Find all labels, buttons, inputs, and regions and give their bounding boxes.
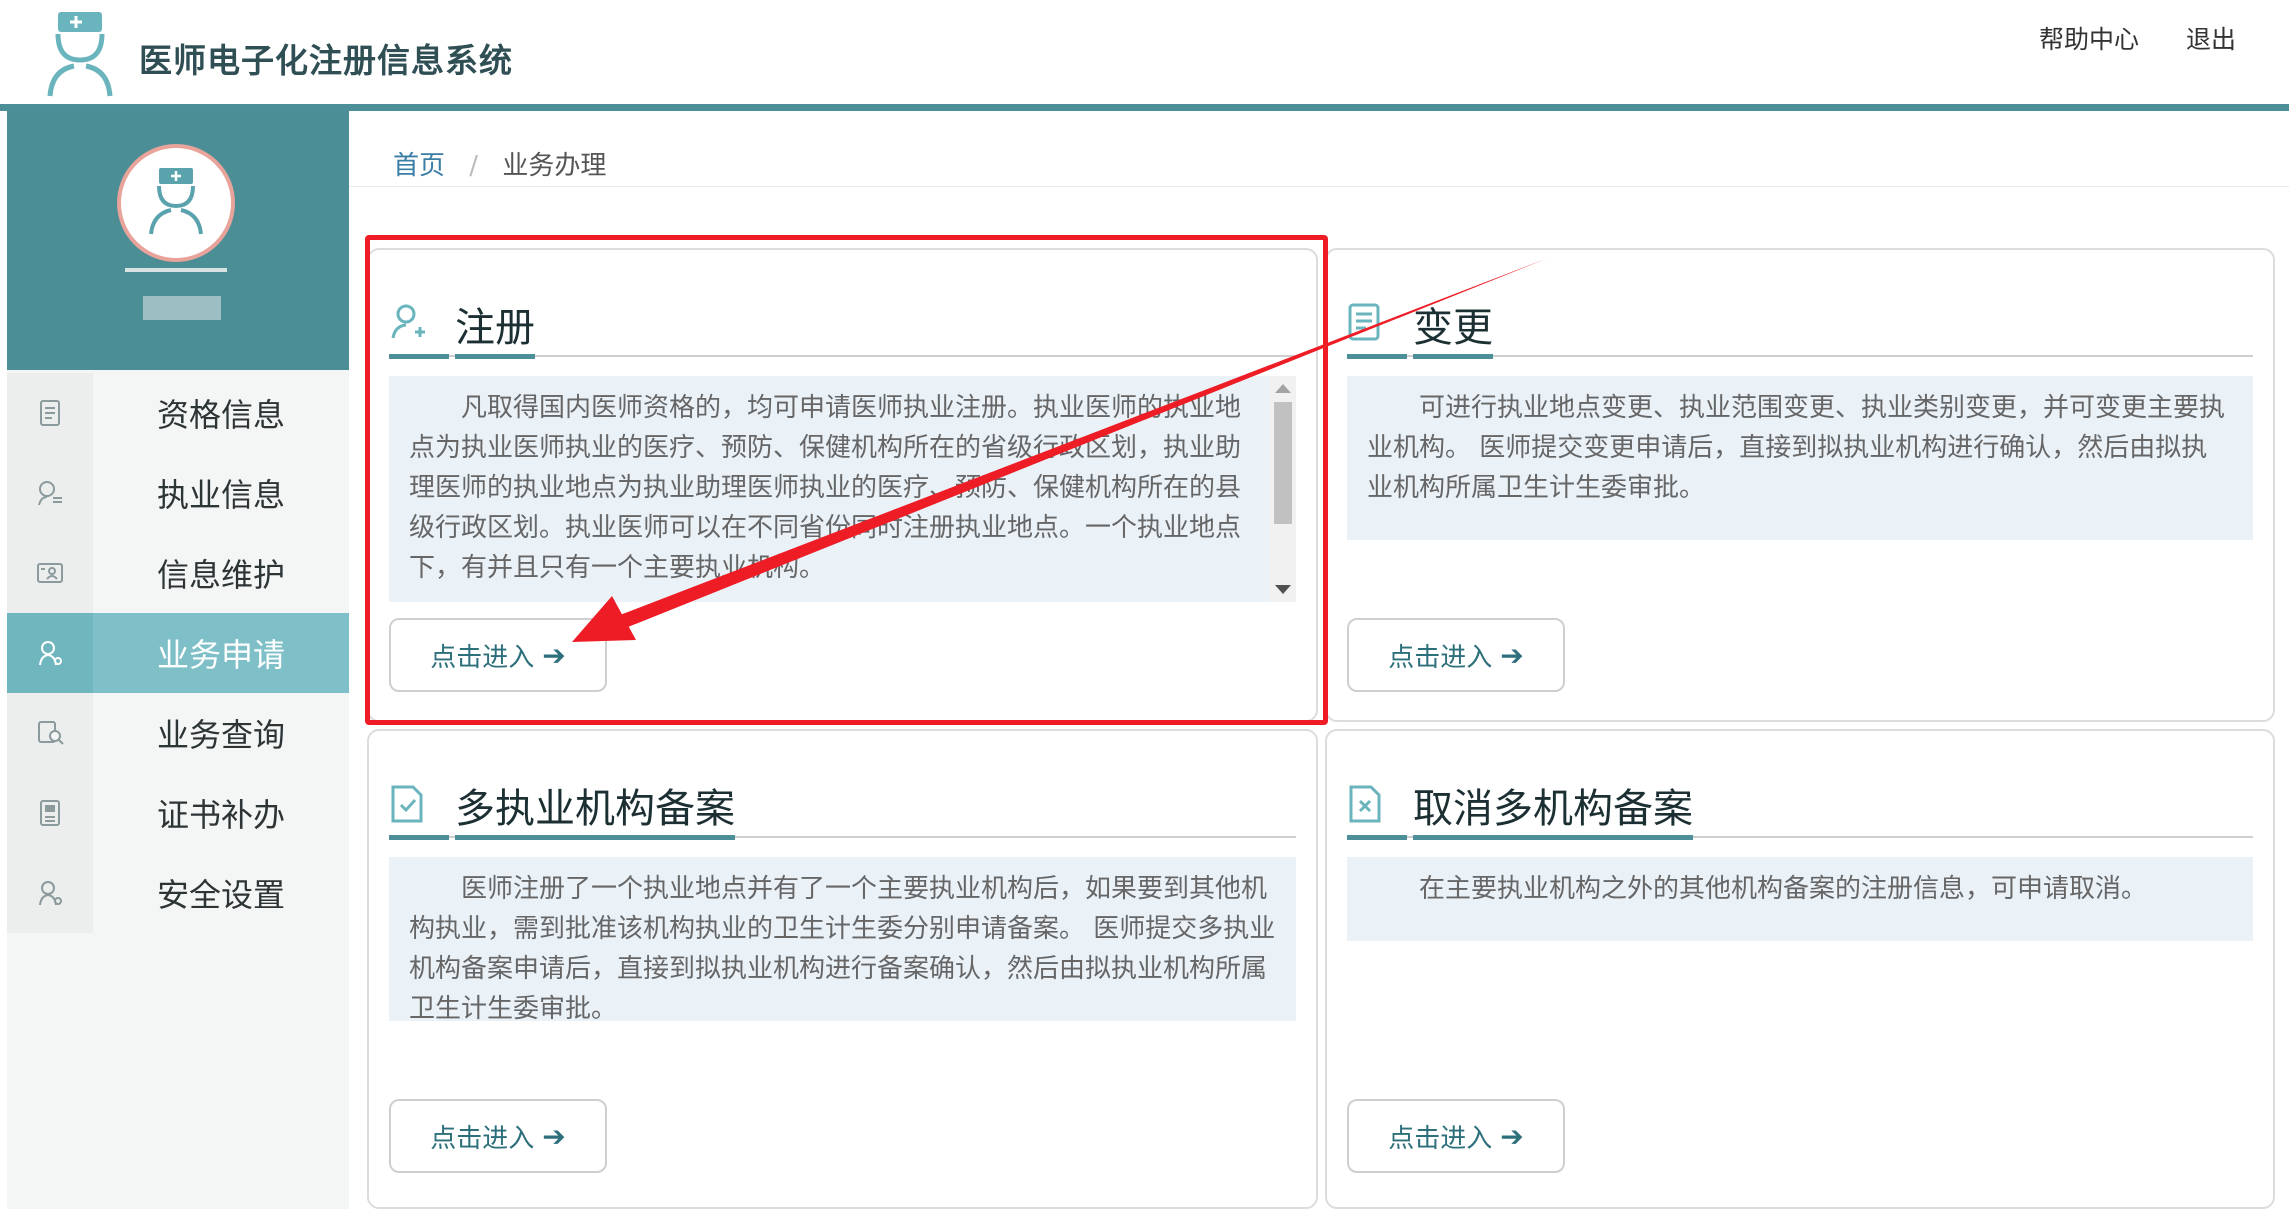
breadcrumb-divider <box>349 186 2289 187</box>
sidebar-item-label: 执业信息 <box>157 476 286 514</box>
user-apply-icon <box>39 641 62 666</box>
sidebar-item-label: 证书补办 <box>157 796 286 834</box>
enter-button-label: 点击进入 <box>430 642 535 673</box>
user-profile-panel <box>7 111 349 370</box>
document-icon <box>40 400 60 426</box>
card-description-text: 凡取得国内医师资格的，均可申请医师执业注册。执业医师的执业地点为执业医师执业的医… <box>409 393 1242 583</box>
card-description-text: 在主要执业机构之外的其他机构备案的注册信息，可申请取消。 <box>1419 874 2148 904</box>
sidebar: 资格信息 执业信息 信息维护 业务申请 业务查询 证书补办 安全设置 <box>7 111 349 1209</box>
sidebar-item-business-apply[interactable]: 业务申请 <box>7 613 349 693</box>
sidebar-item-qualification[interactable]: 资格信息 <box>7 373 349 453</box>
card-description: 医师注册了一个执业地点并有了一个主要执业机构后，如果要到其他机构执业，需到批准该… <box>389 857 1296 1021</box>
enter-button[interactable]: 点击进入 ➔ <box>389 1099 607 1173</box>
card-multi-institution: 多执业机构备案 医师注册了一个执业地点并有了一个主要执业机构后，如果要到其他机构… <box>367 729 1318 1209</box>
sidebar-item-label: 信息维护 <box>157 556 286 594</box>
sidebar-item-maintenance[interactable]: 信息维护 <box>7 533 349 613</box>
arrow-right-icon: ➔ <box>542 638 566 672</box>
sidebar-item-business-query[interactable]: 业务查询 <box>7 693 349 773</box>
scroll-thumb[interactable] <box>1274 402 1292 524</box>
card-change: 变更 可进行执业地点变更、执业范围变更、执业类别变更，并可变更主要执业机构。 医… <box>1325 248 2275 722</box>
username-redacted <box>143 296 221 320</box>
sidebar-item-practice[interactable]: 执业信息 <box>7 453 349 533</box>
doctor-logo-icon <box>47 12 113 97</box>
card-title: 注册 <box>455 304 535 359</box>
user-security-icon <box>39 881 62 906</box>
card-title: 取消多机构备案 <box>1413 785 1693 840</box>
sidebar-item-label: 业务查询 <box>157 716 286 754</box>
card-description-text: 可进行执业地点变更、执业范围变更、执业类别变更，并可变更主要执业机构。 医师提交… <box>1367 393 2226 503</box>
app-title: 医师电子化注册信息系统 <box>139 41 513 80</box>
top-header: 医师电子化注册信息系统 帮助中心 退出 <box>0 0 2289 111</box>
doctor-list-icon <box>38 481 62 506</box>
file-cancel-icon <box>1349 785 1381 823</box>
breadcrumb-separator: / <box>469 151 479 181</box>
help-center-link[interactable]: 帮助中心 <box>2039 20 2139 56</box>
sidebar-item-security[interactable]: 安全设置 <box>7 853 349 933</box>
file-check-icon <box>391 785 423 823</box>
avatar[interactable] <box>117 144 235 262</box>
card-description: 凡取得国内医师资格的，均可申请医师执业注册。执业医师的执业地点为执业医师执业的医… <box>389 376 1296 602</box>
card-title: 变更 <box>1413 304 1493 359</box>
arrow-right-icon: ➔ <box>1500 638 1524 672</box>
enter-button[interactable]: 点击进入 ➔ <box>389 618 607 692</box>
card-header: 变更 <box>1347 300 2253 359</box>
enter-button[interactable]: 点击进入 ➔ <box>1347 618 1565 692</box>
arrow-right-icon: ➔ <box>1500 1119 1524 1153</box>
enter-button[interactable]: 点击进入 ➔ <box>1347 1099 1565 1173</box>
certificate-icon <box>40 800 60 826</box>
sidebar-item-label: 业务申请 <box>157 636 286 674</box>
card-header: 多执业机构备案 <box>389 781 1296 840</box>
user-search-icon <box>38 721 64 745</box>
logout-link[interactable]: 退出 <box>2186 20 2236 56</box>
card-title: 多执业机构备案 <box>455 785 735 840</box>
breadcrumb: 首页 / 业务办理 <box>393 145 606 182</box>
sidebar-item-label: 安全设置 <box>157 876 286 914</box>
scroll-down-arrow-icon[interactable] <box>1275 585 1291 594</box>
arrow-right-icon: ➔ <box>542 1119 566 1153</box>
card-description: 在主要执业机构之外的其他机构备案的注册信息，可申请取消。 <box>1347 857 2253 941</box>
enter-button-label: 点击进入 <box>1388 642 1493 673</box>
user-add-icon <box>391 304 425 339</box>
card-description-text: 医师注册了一个执业地点并有了一个主要执业机构后，如果要到其他机构执业，需到批准该… <box>409 874 1276 1021</box>
card-cancel-multi-institution: 取消多机构备案 在主要执业机构之外的其他机构备案的注册信息，可申请取消。 点击进… <box>1325 729 2275 1209</box>
breadcrumb-current: 业务办理 <box>502 151 607 181</box>
doctor-avatar-icon <box>149 168 203 235</box>
enter-button-label: 点击进入 <box>1388 1123 1493 1154</box>
sidebar-item-label: 资格信息 <box>157 396 286 434</box>
sidebar-item-certificate[interactable]: 证书补办 <box>7 773 349 853</box>
card-description: 可进行执业地点变更、执业范围变更、执业类别变更，并可变更主要执业机构。 医师提交… <box>1347 376 2253 540</box>
scroll-up-arrow-icon[interactable] <box>1275 384 1291 393</box>
card-header: 取消多机构备案 <box>1347 781 2253 840</box>
id-card-icon <box>37 563 63 583</box>
avatar-divider <box>125 268 227 272</box>
card-header: 注册 <box>389 300 1296 359</box>
enter-button-label: 点击进入 <box>430 1123 535 1154</box>
description-scrollbar[interactable] <box>1270 376 1296 602</box>
breadcrumb-home-link[interactable]: 首页 <box>393 151 445 181</box>
edit-document-icon <box>1348 303 1380 341</box>
sidebar-nav: 资格信息 执业信息 信息维护 业务申请 业务查询 证书补办 安全设置 <box>7 373 349 933</box>
card-register: 注册 凡取得国内医师资格的，均可申请医师执业注册。执业医师的执业地点为执业医师执… <box>367 248 1318 722</box>
